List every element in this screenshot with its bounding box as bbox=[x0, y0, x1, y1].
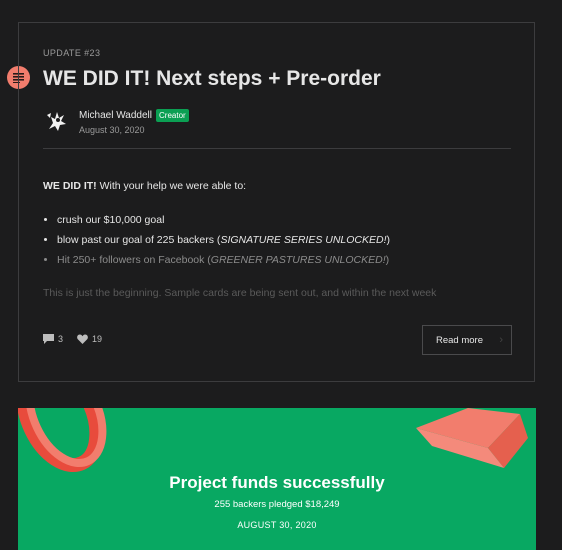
funded-banner: Project funds successfully 255 backers p… bbox=[18, 408, 536, 550]
post-date: August 30, 2020 bbox=[79, 125, 145, 135]
engagement-stats: 3 19 bbox=[43, 334, 116, 344]
update-number: UPDATE #23 bbox=[43, 48, 101, 58]
intro-rest: With your help we were able to: bbox=[96, 180, 247, 192]
list-item: crush our $10,000 goal bbox=[57, 214, 390, 226]
update-card: UPDATE #23 WE DID IT! Next steps + Pre-o… bbox=[18, 22, 535, 382]
likes-count[interactable]: 19 bbox=[77, 334, 102, 344]
intro-text: WE DID IT! With your help we were able t… bbox=[43, 180, 246, 192]
banner-subtitle: 255 backers pledged $18,249 bbox=[214, 499, 340, 510]
divider bbox=[43, 148, 511, 149]
list-item: Hit 250+ followers on Facebook (GREENER … bbox=[57, 254, 390, 266]
intro-bold: WE DID IT! bbox=[43, 180, 97, 192]
cube-decoration bbox=[416, 408, 528, 468]
arrow-right-icon: › bbox=[499, 334, 503, 346]
banner-title: Project funds successfully bbox=[169, 473, 385, 492]
update-title[interactable]: WE DID IT! Next steps + Pre-order bbox=[43, 67, 381, 91]
heart-icon bbox=[77, 334, 88, 344]
avatar[interactable] bbox=[43, 107, 71, 135]
list-item: blow past our goal of 225 backers (SIGNA… bbox=[57, 234, 390, 246]
author-name[interactable]: Michael Waddell bbox=[79, 110, 152, 121]
comment-icon bbox=[43, 334, 54, 344]
banner-date: AUGUST 30, 2020 bbox=[237, 520, 317, 530]
achievement-list: crush our $10,000 goal blow past our goa… bbox=[43, 214, 390, 274]
read-more-button[interactable]: Read more › bbox=[422, 325, 512, 355]
creator-badge: Creator bbox=[156, 109, 189, 122]
faded-preview-text: This is just the beginning. Sample cards… bbox=[43, 287, 437, 299]
comments-count[interactable]: 3 bbox=[43, 334, 63, 344]
author-line: Michael Waddell Creator bbox=[79, 109, 189, 122]
